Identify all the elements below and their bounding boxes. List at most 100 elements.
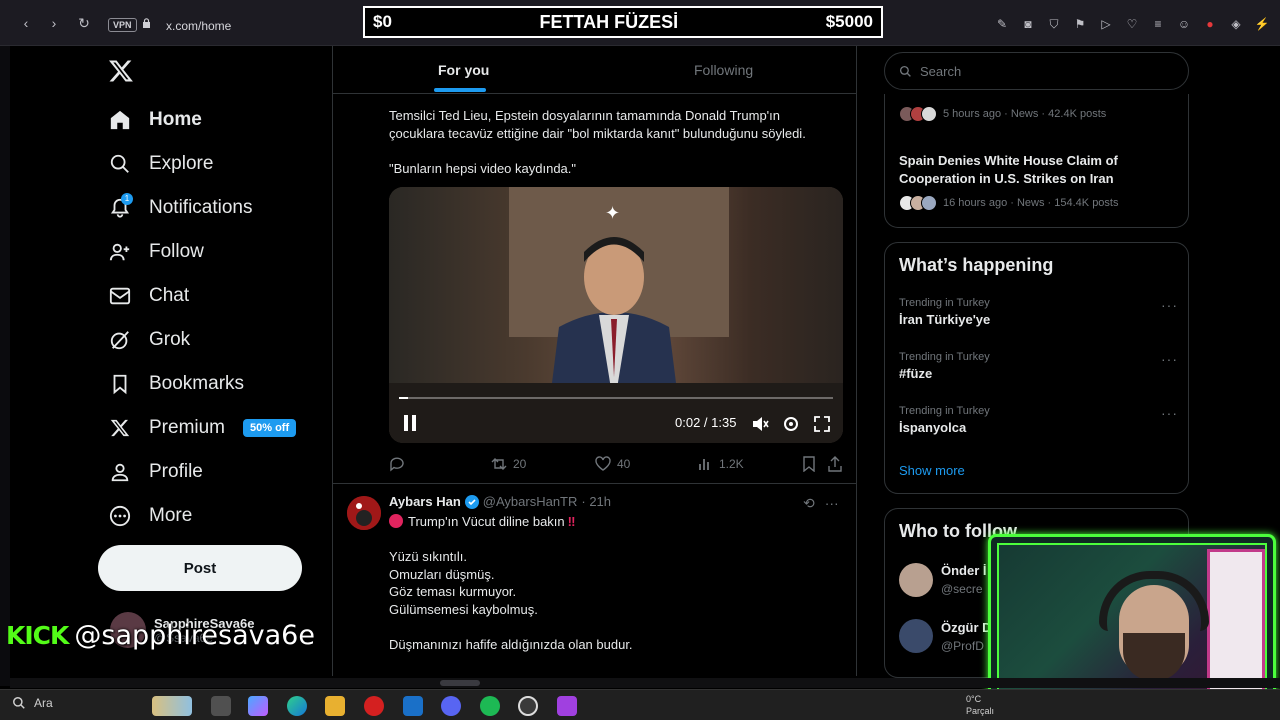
opera-gx-icon[interactable]: [364, 696, 384, 716]
sidebar-item-explore[interactable]: Explore: [108, 149, 213, 179]
trend-name[interactable]: #füze: [899, 366, 932, 381]
tweet-text-content: Trump'ın Vücut diline bakın: [408, 514, 565, 529]
views-button[interactable]: 1.2K: [697, 456, 744, 472]
tweet-text-line: Göz teması kurmuyor.: [389, 584, 517, 599]
taskbar-search[interactable]: Ara: [12, 696, 53, 710]
mute-icon[interactable]: [751, 415, 769, 433]
grok-explain-icon[interactable]: ⟲: [803, 495, 815, 512]
pause-icon[interactable]: [403, 415, 417, 431]
suggested-user-name[interactable]: Önder İ: [941, 563, 987, 578]
forward-icon[interactable]: ›: [46, 15, 62, 31]
weather-widget[interactable]: 0°C Parçalı: [966, 693, 994, 717]
outlook-icon[interactable]: [403, 696, 423, 716]
timeline-tabs: For you Following: [333, 46, 856, 94]
sidebar-item-profile[interactable]: Profile: [108, 457, 203, 487]
camera-icon[interactable]: ◙: [1020, 16, 1036, 32]
obs-icon[interactable]: [518, 696, 538, 716]
tweet-text-line: çocuklara tecavüz ettiğine dair "bol mik…: [389, 126, 806, 141]
sidebar-item-chat[interactable]: Chat: [108, 281, 189, 311]
more-options-icon[interactable]: ···: [1161, 405, 1178, 421]
sidebar-item-label: Chat: [149, 285, 190, 306]
sidebar-item-home[interactable]: Home: [108, 105, 202, 135]
bookmark-button[interactable]: [801, 456, 823, 472]
vpn-badge[interactable]: VPN: [108, 18, 137, 32]
news-title[interactable]: Spain Denies White House Claim of Cooper…: [899, 152, 1169, 188]
search-icon: [13, 697, 25, 709]
tweet-time[interactable]: · 21h: [581, 494, 611, 509]
horizontal-scrollbar[interactable]: [10, 678, 1280, 688]
stream-handle-overlay: KICK @sapphiresava6e: [6, 620, 315, 651]
fullscreen-icon[interactable]: [813, 415, 831, 433]
kick-handle: @sapphiresava6e: [74, 620, 315, 651]
shield-icon[interactable]: ⛉: [1046, 16, 1062, 32]
reload-icon[interactable]: ↻: [76, 15, 92, 31]
goal-title: FETTAH FÜZESİ: [539, 11, 679, 32]
more-options-icon[interactable]: ···: [825, 495, 839, 512]
sparkle-icon[interactable]: ✦: [605, 203, 620, 224]
address-bar[interactable]: x.com/home: [166, 19, 231, 33]
like-button[interactable]: 40: [595, 456, 630, 472]
share-button[interactable]: [827, 456, 849, 472]
sidebar-item-label: Bookmarks: [149, 373, 245, 394]
spotify-icon[interactable]: [480, 696, 500, 716]
author-name[interactable]: Aybars Han: [389, 494, 461, 509]
cube-icon[interactable]: ◈: [1228, 16, 1244, 32]
suggested-user-handle: @ProfD: [941, 639, 984, 653]
settings-gear-icon[interactable]: [782, 415, 800, 433]
tab-following[interactable]: Following: [694, 62, 753, 78]
video-time: 0:02 / 1:35: [675, 415, 737, 430]
video-player[interactable]: ✦ 0:02 / 1:35: [389, 187, 843, 443]
menu-icon[interactable]: ≡: [1150, 16, 1166, 32]
search-placeholder: Search: [920, 63, 962, 79]
aria-icon[interactable]: ⚡: [1254, 16, 1270, 32]
edit-icon[interactable]: ✎: [994, 16, 1010, 32]
avatar: [921, 195, 937, 211]
scrollbar-thumb[interactable]: [440, 680, 480, 686]
tweet-header-actions: ⟲ ···: [803, 495, 839, 512]
search-input[interactable]: Search: [884, 52, 1189, 90]
news-item[interactable]: 5 hours ago · News · 42.4K posts: [899, 106, 1106, 122]
back-icon[interactable]: ‹: [18, 15, 34, 31]
avatar[interactable]: [899, 619, 933, 653]
sidebar-item-follow[interactable]: Follow: [108, 237, 204, 267]
author-handle[interactable]: @AybarsHanTR: [483, 494, 578, 509]
tab-for-you[interactable]: For you: [438, 62, 489, 78]
file-explorer-icon[interactable]: [325, 696, 345, 716]
play-icon[interactable]: ▷: [1098, 16, 1114, 32]
more-options-icon[interactable]: ···: [1161, 351, 1178, 367]
weather-temp: 0°C: [966, 694, 982, 704]
sidebar-item-label: Notifications: [149, 197, 253, 218]
user-icon[interactable]: ☺: [1176, 16, 1192, 32]
copilot-icon[interactable]: [248, 696, 268, 716]
avatar[interactable]: [347, 496, 381, 530]
trend-name[interactable]: İran Türkiye'ye: [899, 312, 990, 327]
more-options-icon[interactable]: ···: [1161, 297, 1178, 313]
retweet-button[interactable]: 20: [491, 456, 526, 472]
sidebar-item-premium[interactable]: Premium 50% off: [108, 413, 297, 443]
sidebar-item-notifications[interactable]: 1 Notifications: [108, 193, 253, 223]
post-button[interactable]: Post: [98, 545, 302, 591]
mail-icon: [108, 284, 132, 308]
task-view-icon[interactable]: [211, 696, 231, 716]
sidebar-item-label: Grok: [149, 329, 191, 350]
suggested-user-name[interactable]: Özgür D: [941, 620, 992, 635]
sidebar-item-more[interactable]: More: [108, 501, 192, 531]
avatar[interactable]: [899, 563, 933, 597]
windows-taskbar: Ara 0°C Parçalı: [0, 689, 1280, 720]
x-logo-icon[interactable]: [108, 58, 134, 84]
show-more-link[interactable]: Show more: [899, 463, 965, 478]
share-icon: [828, 456, 842, 472]
translate-icon[interactable]: ⚑: [1072, 16, 1088, 32]
reply-button[interactable]: [389, 456, 411, 472]
discord-icon[interactable]: [441, 696, 461, 716]
widgets-icon[interactable]: [152, 696, 192, 716]
news-item[interactable]: 16 hours ago · News · 154.4K posts: [899, 195, 1118, 211]
app-icon[interactable]: [557, 696, 577, 716]
trend-name[interactable]: İspanyolca: [899, 420, 966, 435]
edge-icon[interactable]: [287, 696, 307, 716]
sidebar-item-bookmarks[interactable]: Bookmarks: [108, 369, 244, 399]
heart-icon[interactable]: ♡: [1124, 16, 1140, 32]
extension-red-icon[interactable]: ●: [1202, 16, 1218, 32]
sidebar-item-grok[interactable]: Grok: [108, 325, 190, 355]
video-progress-track[interactable]: [399, 397, 833, 399]
